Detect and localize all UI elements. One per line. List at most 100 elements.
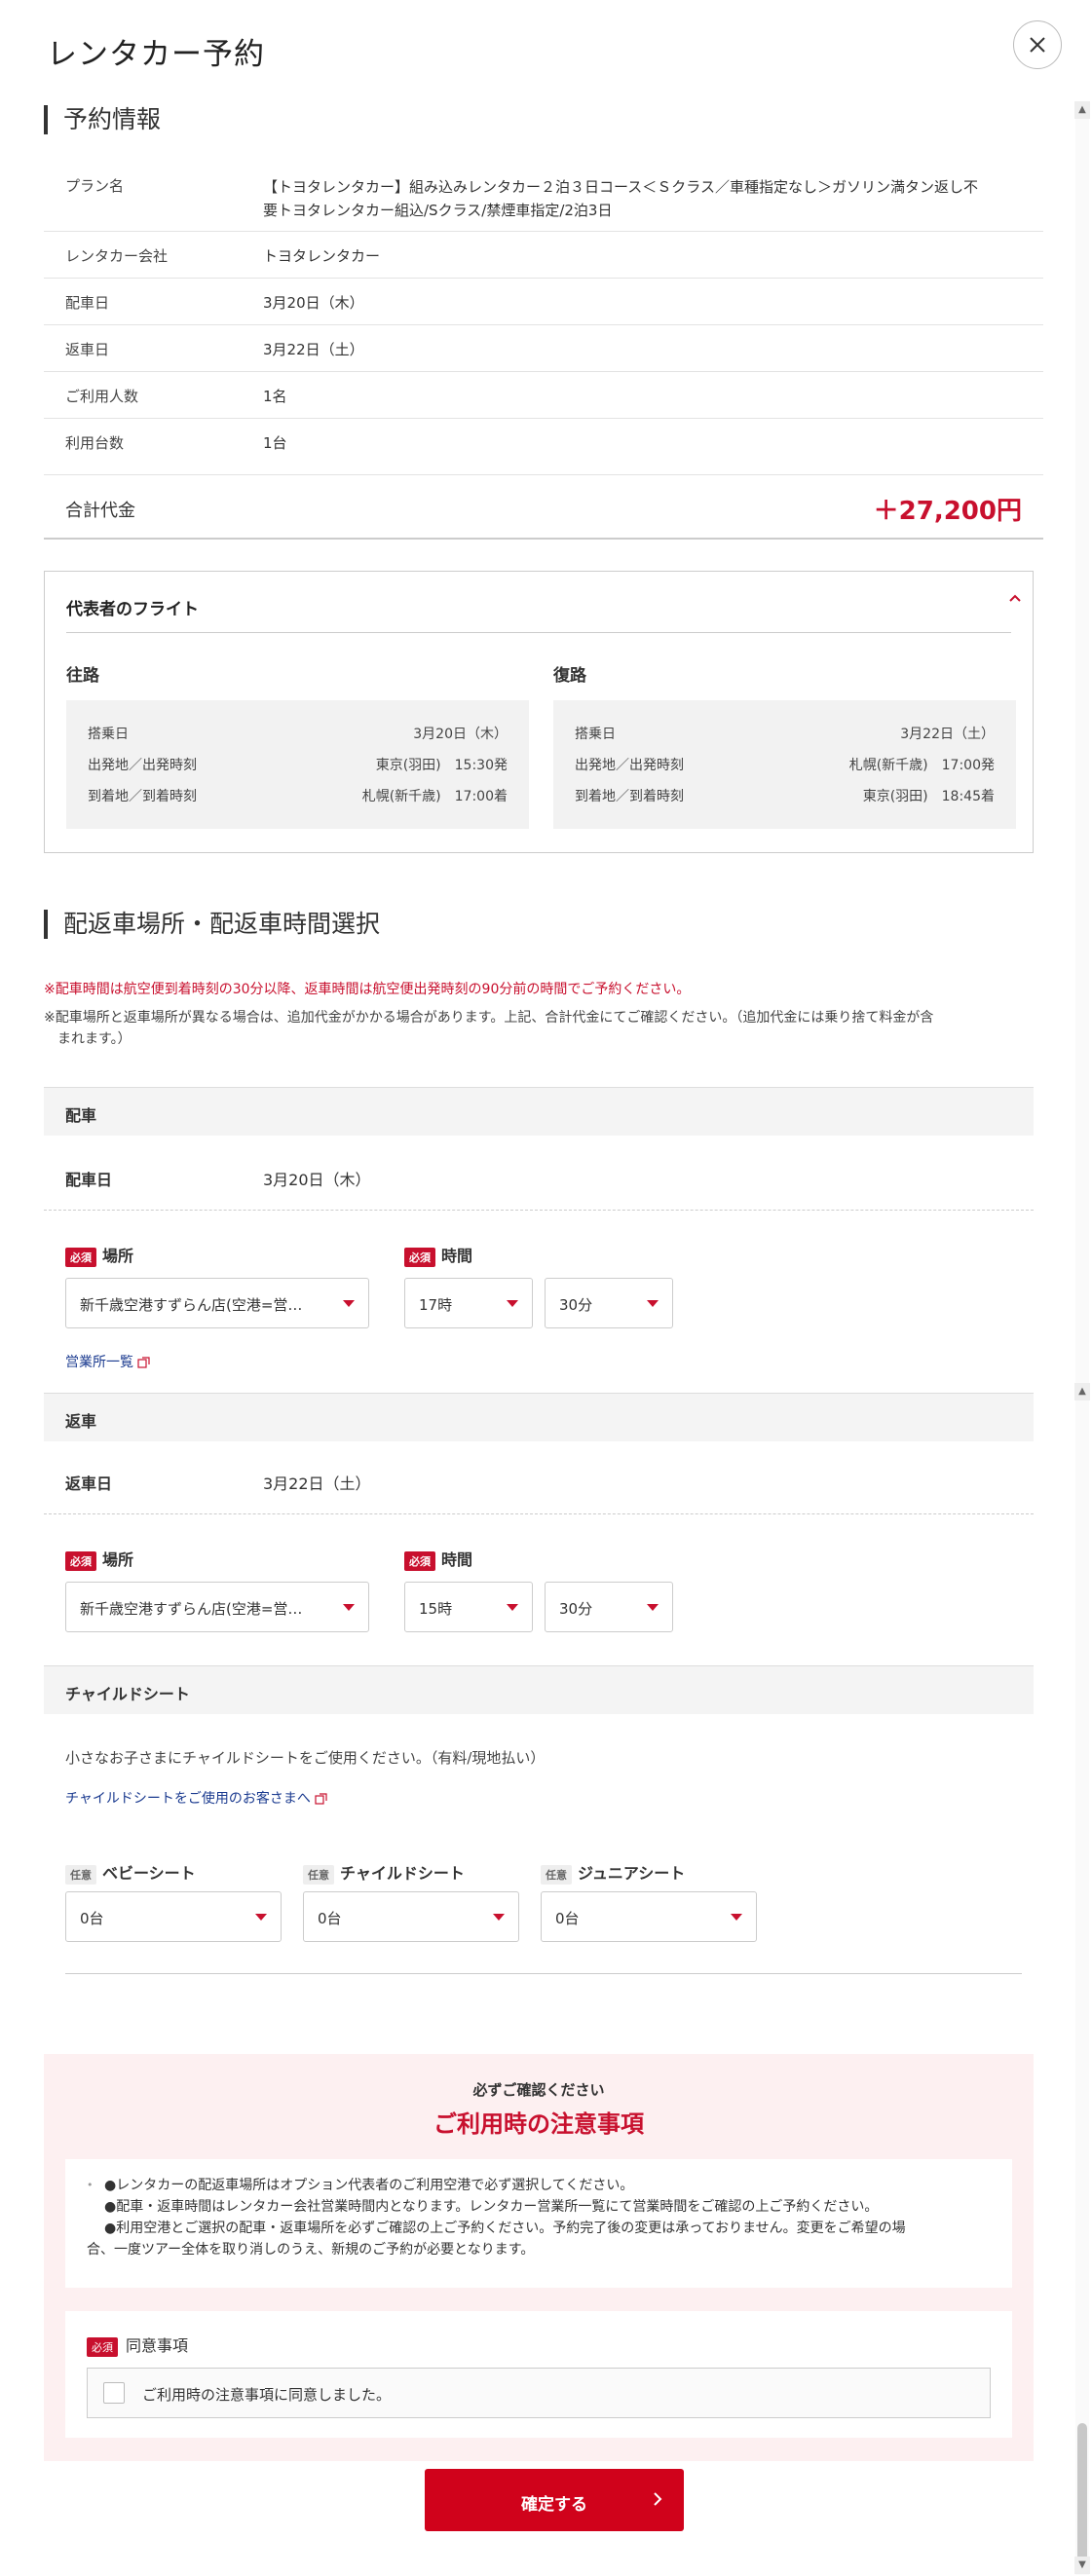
office-list-link[interactable]: 営業所一覧 (65, 1352, 150, 1371)
outbound-heading: 往路 (66, 666, 99, 686)
pickup-day-value: 3月20日（木） (263, 1171, 371, 1189)
company-label: レンタカー会社 (65, 247, 169, 265)
agreement-box: 必須 同意事項 ご利用時の注意事項に同意しました。 (65, 2311, 1012, 2438)
people-row: ご利用人数 1名 (44, 372, 1043, 419)
caret-down-icon (343, 1604, 355, 1611)
time-label-text: 時間 (441, 1247, 473, 1265)
return-hour-select[interactable]: 15時 (404, 1582, 533, 1632)
caret-down-icon (493, 1914, 505, 1921)
total-row: 合計代金 ＋27,200円 (44, 475, 1043, 540)
scrollbar-track[interactable] (1075, 101, 1089, 2575)
plan-label: プラン名 (65, 177, 125, 195)
junior-seat-value: 0台 (555, 1910, 580, 1927)
return-day-value: 3月22日（土） (263, 1475, 371, 1493)
return-minute-value: 30分 (559, 1600, 593, 1618)
total-label: 合計代金 (65, 501, 135, 521)
chevron-right-icon (654, 2492, 662, 2506)
inbound-panel: 搭乗日 3月22日（土） 出発地／出発時刻 札幌(新千歳) 17:00発 到着地… (553, 700, 1016, 829)
external-link-icon (137, 1356, 150, 1368)
flight-panel: 代表者のフライト 往路 搭乗日 3月20日（木） 出発地／出発時刻 東京(羽田)… (44, 571, 1034, 853)
child-seat-select[interactable]: 0台 (303, 1891, 519, 1942)
confirm-button[interactable]: 確定する (425, 2469, 684, 2531)
required-badge: 必須 (87, 2336, 118, 2357)
pickup-date-value: 3月20日（木） (263, 294, 364, 312)
caret-down-icon (343, 1300, 355, 1307)
pickup-place-select[interactable]: 新千歳空港すずらん店(空港=営… (65, 1278, 369, 1328)
caret-down-icon (507, 1300, 518, 1307)
close-icon (1030, 37, 1045, 53)
baby-seat-value: 0台 (80, 1910, 104, 1927)
return-date-value: 3月22日（土） (263, 341, 364, 358)
inbound-date-label: 搭乗日 (575, 727, 616, 742)
child-seat-label: 任意 チャイルドシート (303, 1860, 465, 1885)
cars-row: 利用台数 1台 (44, 419, 1043, 475)
agree-checkbox[interactable] (103, 2382, 125, 2404)
inbound-arrive-value: 東京(羽田) 18:45着 (862, 789, 995, 804)
reservation-heading: 予約情報 (44, 105, 161, 134)
child-seat-band-label: チャイルドシート (65, 1685, 190, 1703)
time-label-text: 時間 (441, 1550, 473, 1569)
inbound-heading: 復路 (553, 666, 586, 686)
caret-down-icon (507, 1604, 518, 1611)
return-date-label: 返車日 (65, 341, 110, 358)
scroll-marker[interactable]: ▲ (1074, 1383, 1090, 1400)
inbound-depart-value: 札幌(新千歳) 17:00発 (848, 758, 995, 773)
return-place-value: 新千歳空港すずらん店(空港=営… (80, 1600, 303, 1618)
required-badge: 必須 (404, 1247, 435, 1267)
inbound-date-value: 3月22日（土） (900, 727, 995, 742)
cars-label: 利用台数 (65, 434, 125, 452)
junior-seat-label: 任意 ジュニアシート (541, 1860, 685, 1885)
return-hour-value: 15時 (419, 1600, 453, 1618)
people-value: 1名 (263, 388, 287, 405)
baby-seat-select[interactable]: 0台 (65, 1891, 282, 1942)
pickup-time-label: 必須 時間 (404, 1243, 472, 1267)
optional-badge: 任意 (303, 1864, 334, 1885)
child-seat-value: 0台 (318, 1910, 342, 1927)
plan-row: プラン名 【トヨタレンタカー】組み込みレンタカー２泊３日コース＜Ｓクラス／車種指… (44, 158, 1043, 232)
outbound-date-label: 搭乗日 (88, 727, 129, 742)
modal-title: レンタカー予約 (47, 37, 265, 72)
return-place-select[interactable]: 新千歳空港すずらん店(空港=営… (65, 1582, 369, 1632)
scrollbar-thumb[interactable] (1077, 2423, 1087, 2569)
flight-title: 代表者のフライト (66, 600, 199, 619)
outbound-arrive-value: 札幌(新千歳) 17:00着 (361, 789, 508, 804)
caret-down-icon (731, 1914, 742, 1921)
company-value: トヨタレンタカー (263, 247, 381, 265)
caution-title: ご利用時の注意事項 (433, 2110, 644, 2138)
required-badge: 必須 (65, 1247, 96, 1267)
return-day-label: 返車日 (65, 1475, 113, 1493)
scroll-down-arrow[interactable]: ▼ (1074, 2557, 1090, 2574)
outbound-depart-value: 東京(羽田) 15:30発 (375, 758, 508, 773)
time-note: ※配車時間は航空便到着時刻の30分以降、返車時間は航空便出発時刻の90分前の時間… (44, 982, 691, 997)
caution-item: 合、一度ツアー全体を取り消しのうえ、新規のご予約が必要となります。 (87, 2242, 535, 2258)
return-band-label: 返車 (65, 1412, 97, 1431)
pickup-minute-select[interactable]: 30分 (545, 1278, 673, 1328)
baby-seat-label-text: ベビーシート (102, 1864, 196, 1883)
pickup-day-label: 配車日 (65, 1171, 113, 1189)
caret-down-icon (255, 1914, 267, 1921)
child-seat-info-link[interactable]: チャイルドシートをご使用のお客さまへ (65, 1788, 327, 1808)
return-band: 返車 (44, 1393, 1034, 1441)
junior-seat-select[interactable]: 0台 (541, 1891, 757, 1942)
cars-value: 1台 (263, 434, 287, 452)
required-badge: 必須 (65, 1550, 96, 1571)
child-seat-band: チャイルドシート (44, 1665, 1034, 1714)
caution-panel: 必ずご確認ください ご利用時の注意事項 • ●レンタカーの配返車場所はオプション… (44, 2054, 1034, 2461)
outbound-panel: 搭乗日 3月20日（木） 出発地／出発時刻 東京(羽田) 15:30発 到着地／… (66, 700, 529, 829)
pickup-date-row: 配車日 3月20日（木） (44, 279, 1043, 325)
close-button[interactable] (1013, 20, 1062, 69)
pickup-hour-value: 17時 (419, 1296, 453, 1314)
confirm-button-label: 確定する (521, 2495, 587, 2515)
people-label: ご利用人数 (65, 388, 139, 405)
caution-item: ●利用空港とご選択の配車・返車場所を必ずご確認の上ご予約ください。予約完了後の変… (104, 2221, 906, 2236)
collapse-button[interactable] (1007, 591, 1023, 611)
child-seat-description: 小さなお子さまにチャイルドシートをご使用ください。（有料/現地払い） (65, 1749, 546, 1767)
return-minute-select[interactable]: 30分 (545, 1582, 673, 1632)
reservation-modal: レンタカー予約 ▲ ▲ ▼ 予約情報 プラン名 【トヨタレンタカー】組み込みレン… (12, 0, 1090, 2576)
pickup-hour-select[interactable]: 17時 (404, 1278, 533, 1328)
agree-checkbox-row[interactable]: ご利用時の注意事項に同意しました。 (87, 2368, 991, 2418)
scroll-up-arrow[interactable]: ▲ (1074, 101, 1090, 119)
agreement-label: 必須 同意事項 (87, 2333, 188, 2357)
pickup-minute-value: 30分 (559, 1296, 593, 1314)
location-note: ※配車場所と返車場所が異なる場合は、追加代金がかかる場合があります。上記、合計代… (44, 1007, 1047, 1050)
